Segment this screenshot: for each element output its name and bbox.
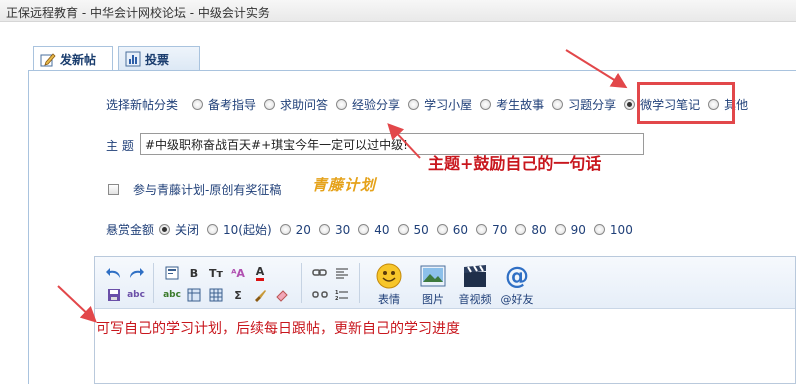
annotation-arrows <box>57 49 628 323</box>
arrow-to-editor <box>57 285 97 323</box>
arrow-to-category <box>565 49 628 89</box>
arrow-to-subject <box>387 123 421 159</box>
